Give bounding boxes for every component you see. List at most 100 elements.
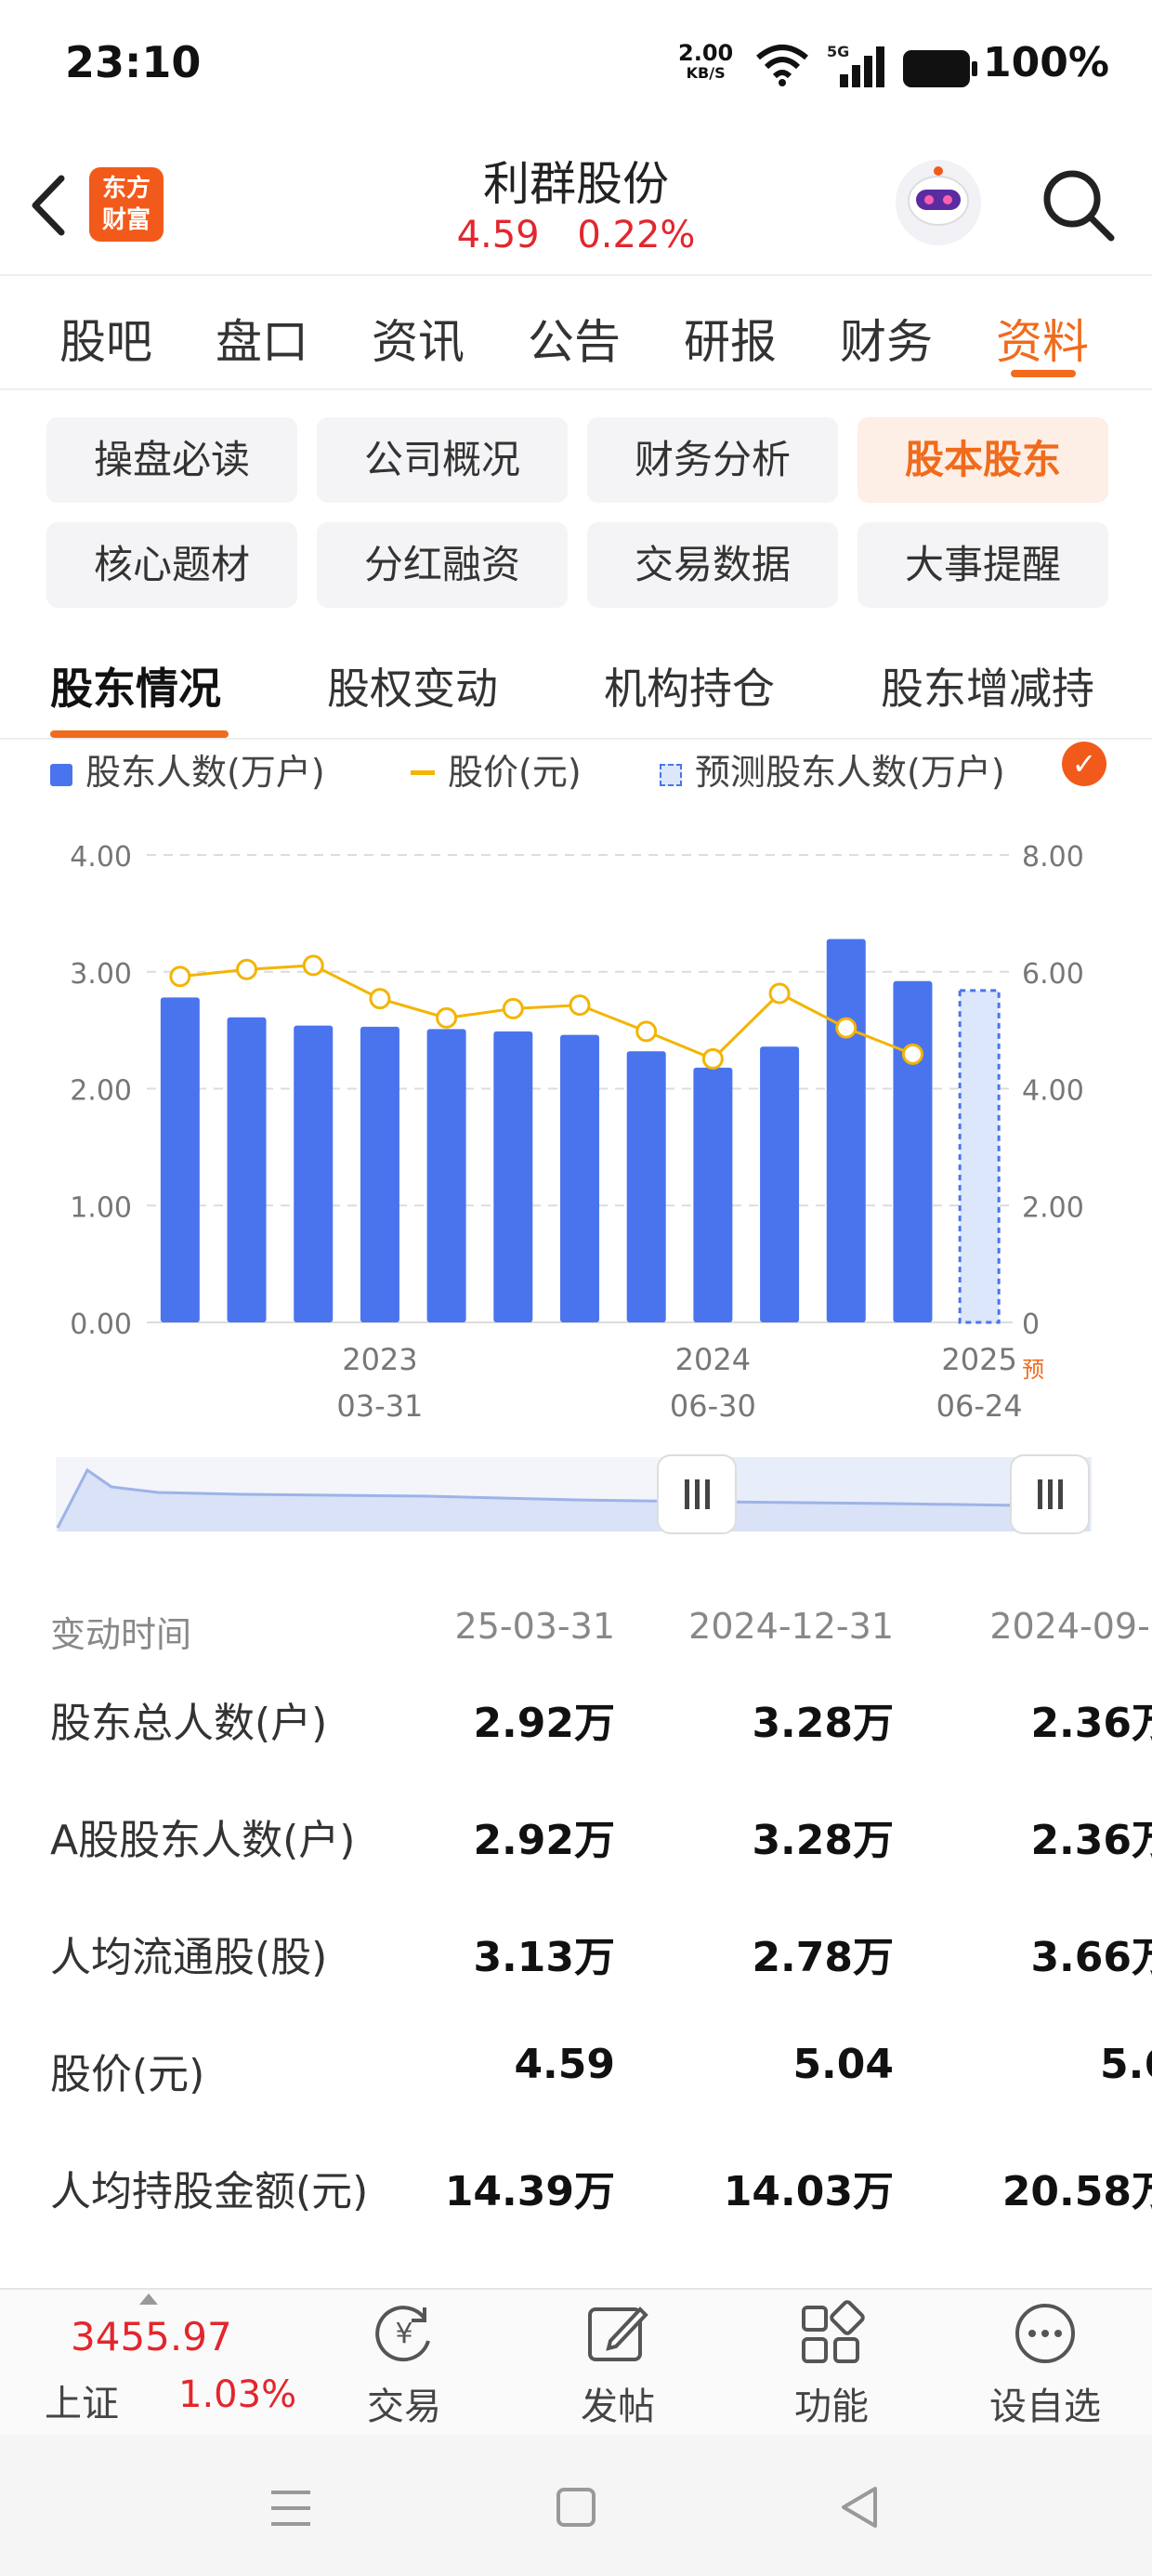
row-value: 3.28万 <box>752 1817 894 1864</box>
robot-assistant-icon[interactable] <box>894 158 983 247</box>
home-square-icon[interactable] <box>556 2487 596 2528</box>
y-left-tick-label: 2.00 <box>70 1075 132 1108</box>
x-tick-year: 2025 <box>941 1342 1016 1377</box>
row-label: 股东总人数(户) <box>50 1700 328 1747</box>
price-point <box>569 994 591 1017</box>
chart-bar <box>693 1067 733 1322</box>
legend-forecast-label: 预测股东人数(万户) <box>695 752 1005 793</box>
price-line <box>179 964 914 1061</box>
add-watchlist-label: 设自选 <box>989 2385 1101 2428</box>
subnav-trading-data[interactable]: 交易数据 <box>587 522 838 608</box>
speed-value: 2.00 <box>678 40 734 66</box>
battery-percent: 100% <box>983 39 1109 86</box>
section-tab-holding-change[interactable]: 股东增减持 <box>881 655 1094 716</box>
index-change-pct[interactable]: 1.03% <box>178 2373 296 2416</box>
active-tab-indicator <box>1011 370 1076 377</box>
grid-icon <box>802 2300 865 2363</box>
table-date-col-1: 25-03-31 <box>454 1606 615 1647</box>
y-left-tick-label: 0.00 <box>70 1308 132 1341</box>
section-tab-institutional[interactable]: 机构持仓 <box>604 655 775 716</box>
subnav-core-themes[interactable]: 核心题材 <box>46 522 297 608</box>
add-watchlist-button[interactable]: 设自选 <box>971 2300 1119 2430</box>
edit-icon <box>588 2307 648 2361</box>
status-bar: 23:10 2.00 KB/S 5G 100% <box>0 0 1152 130</box>
chart-bar <box>426 1029 466 1322</box>
tab-finance[interactable]: 财务 <box>840 305 933 372</box>
search-icon[interactable] <box>1039 165 1117 243</box>
legend-shareholders[interactable]: 股东人数(万户) <box>50 743 325 795</box>
subnav-dividends[interactable]: 分红融资 <box>317 522 568 608</box>
caret-up-icon <box>139 2293 158 2305</box>
index-name[interactable]: 上证 <box>45 2373 119 2427</box>
range-scroller[interactable] <box>56 1452 1092 1537</box>
y-right-tick-label: 2.00 <box>1022 1191 1084 1224</box>
subnav-trading-guide[interactable]: 操盘必读 <box>46 417 297 503</box>
scroller-handle-left[interactable] <box>657 1454 737 1534</box>
tab-research[interactable]: 研报 <box>684 305 777 372</box>
legend-line-label: 股价(元) <box>448 752 582 793</box>
subnav-shareholders[interactable]: 股本股东 <box>857 417 1108 503</box>
y-right-tick-label: 0 <box>1022 1308 1040 1341</box>
chart-forecast-bar <box>958 989 1001 1324</box>
shareholder-chart: 4.003.002.001.000.008.006.004.002.000202… <box>70 841 1084 1424</box>
legend-forecast-swatch <box>660 764 682 786</box>
subnav-company-overview[interactable]: 公司概况 <box>317 417 568 503</box>
chart-bar <box>826 939 866 1322</box>
chart-bar <box>360 1026 399 1322</box>
row-value: 2.78万 <box>752 1934 894 1981</box>
legend-forecast[interactable]: 预测股东人数(万户) <box>660 743 1005 795</box>
row-value: 2.36万 <box>1030 1817 1152 1864</box>
x-tick-date: 06-30 <box>670 1388 756 1424</box>
signal-icon <box>840 46 884 87</box>
trade-label: 交易 <box>367 2385 441 2428</box>
section-tab-shareholder-status[interactable]: 股东情况 <box>50 655 221 716</box>
network-speed: 2.00 KB/S <box>678 40 734 84</box>
menu-icon[interactable] <box>269 2487 312 2530</box>
subnav-financial-analysis[interactable]: 财务分析 <box>587 417 838 503</box>
scroller-handle-right[interactable] <box>1010 1454 1090 1534</box>
svg-text:¥: ¥ <box>395 2318 412 2350</box>
legend-price[interactable]: 股价(元) <box>411 743 582 795</box>
price-point <box>701 1047 724 1070</box>
row-value: 3.13万 <box>473 1934 615 1981</box>
price-point <box>835 1017 857 1039</box>
section-tab-equity-change[interactable]: 股权变动 <box>327 655 498 716</box>
back-triangle-icon[interactable] <box>838 2485 881 2530</box>
tab-guba[interactable]: 股吧 <box>59 305 152 372</box>
row-value: 3.28万 <box>752 1700 894 1747</box>
tab-announcements[interactable]: 公告 <box>528 305 621 372</box>
index-value[interactable]: 3455.97 <box>71 2314 232 2359</box>
chart-bar <box>227 1017 267 1322</box>
chart-bar <box>493 1031 533 1322</box>
row-value: 2.92万 <box>473 1700 615 1747</box>
functions-button[interactable]: 功能 <box>757 2300 906 2430</box>
y-right-tick-label: 8.00 <box>1022 841 1084 874</box>
table-header: 变动时间 25-03-31 2024-12-31 2024-09-3 <box>0 1606 1152 1662</box>
y-left-tick-label: 3.00 <box>70 958 132 991</box>
post-label: 发帖 <box>581 2385 655 2428</box>
main-tabs: 股吧 盘口 资讯 公告 研报 财务 资料 <box>0 277 1152 390</box>
row-label: 人均持股金额(元) <box>50 2168 369 2215</box>
forecast-toggle-check-icon[interactable]: ✓ <box>1062 742 1106 786</box>
table-header-label: 变动时间 <box>50 1614 192 1655</box>
x-tick-date: 03-31 <box>336 1388 423 1424</box>
chart-bar <box>560 1034 599 1322</box>
tab-news[interactable]: 资讯 <box>372 305 465 372</box>
post-button[interactable]: 发帖 <box>543 2300 692 2430</box>
stock-change-pct: 0.22% <box>577 214 696 256</box>
price-point <box>369 988 391 1010</box>
stock-price: 4.59 <box>456 214 540 256</box>
trade-button[interactable]: ¥ 交易 <box>330 2300 478 2430</box>
yen-trade-icon: ¥ <box>375 2306 430 2362</box>
tab-pankou[interactable]: 盘口 <box>216 305 308 372</box>
x-tick-year: 2023 <box>342 1342 417 1377</box>
price-point <box>436 1006 458 1029</box>
tab-profile[interactable]: 资料 <box>996 305 1089 372</box>
chart-bar <box>893 980 933 1322</box>
x-tick-date: 06-24 <box>936 1388 1023 1424</box>
speed-unit: KB/S <box>686 64 726 82</box>
status-time: 23:10 <box>65 37 202 87</box>
y-left-tick-label: 1.00 <box>70 1191 132 1224</box>
chart-bar <box>160 997 200 1322</box>
subnav-events[interactable]: 大事提醒 <box>857 522 1108 608</box>
